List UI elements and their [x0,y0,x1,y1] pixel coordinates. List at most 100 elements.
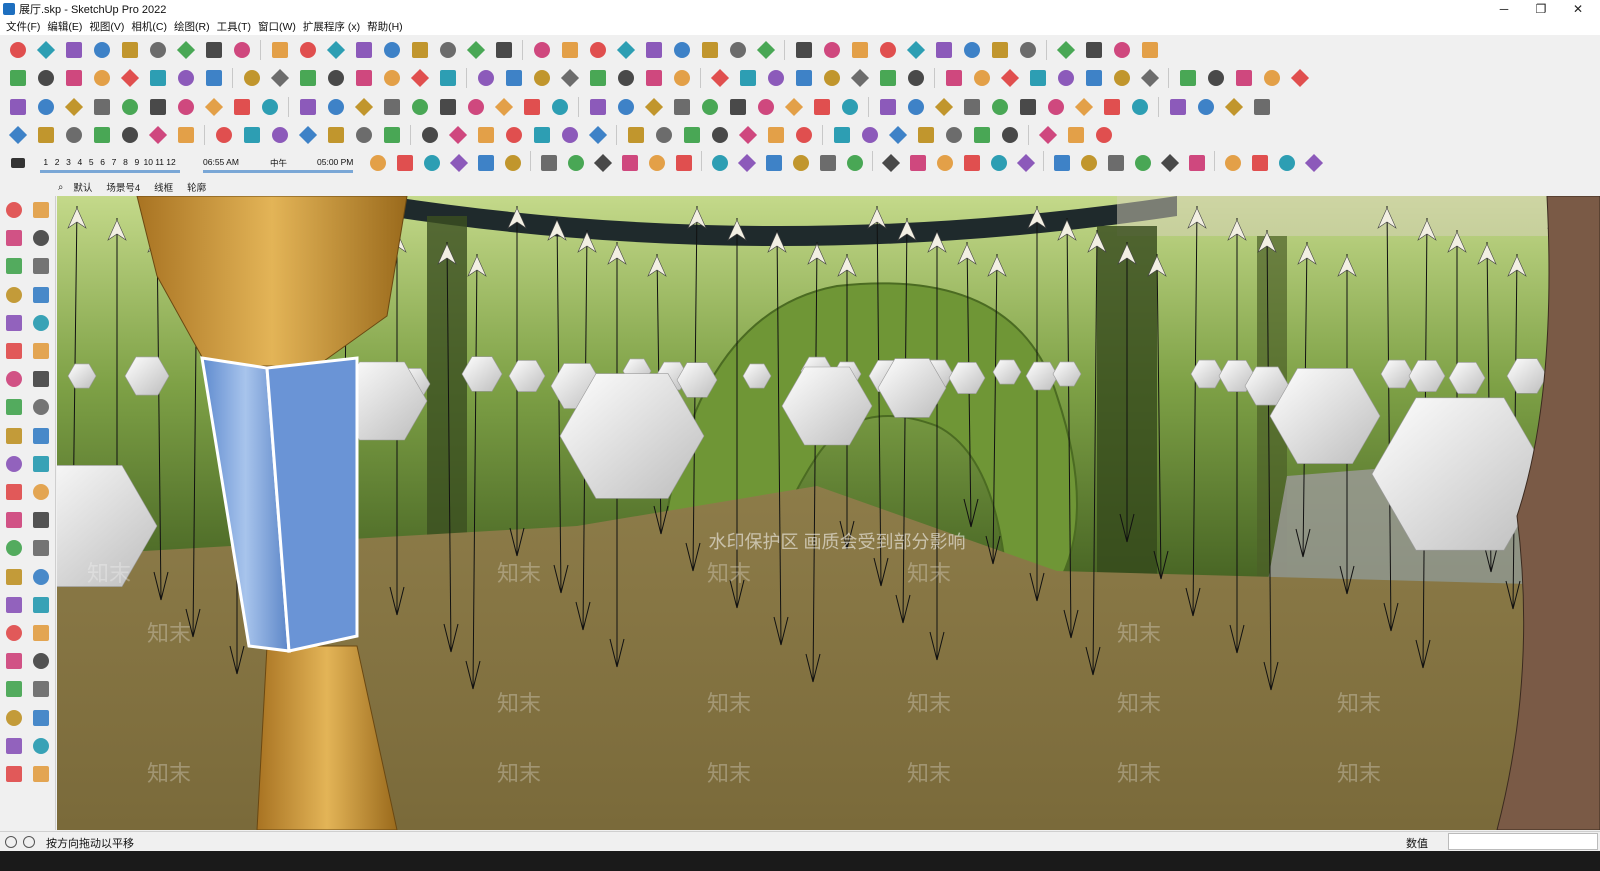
toolbar-button[interactable] [366,151,389,174]
scene-tab-4[interactable]: 场景号4 [106,180,140,194]
scene-tab-wireframe[interactable]: 线框 [154,180,173,194]
toolbar-button[interactable] [174,66,197,89]
toolbar-button[interactable] [464,95,487,118]
arc-icon[interactable] [2,367,26,391]
3d-text-icon[interactable] [29,565,53,589]
toolbar-button[interactable] [1166,95,1189,118]
toolbar-button[interactable] [708,66,731,89]
toolbar-button[interactable] [352,66,375,89]
toolbar-button[interactable] [548,95,571,118]
toolbar-button[interactable] [447,151,470,174]
toolbar-button[interactable] [726,95,749,118]
toolbar-button[interactable] [735,151,758,174]
toolbar-button[interactable] [672,151,695,174]
toolbar-button[interactable] [789,151,812,174]
arc-3pt-icon[interactable] [2,395,26,419]
scene-tab-default[interactable]: 默认 [73,180,92,194]
toolbar-button[interactable] [174,95,197,118]
toolbar-button[interactable] [296,66,319,89]
toolbar-button[interactable] [393,151,416,174]
tape-icon[interactable] [29,254,53,278]
toolbar-button[interactable] [501,151,524,174]
toolbar-button[interactable] [202,38,225,61]
toolbar-button[interactable] [942,66,965,89]
toolbar-button[interactable] [1110,66,1133,89]
toolbar-button[interactable] [1250,95,1273,118]
toolbar-button[interactable] [6,95,29,118]
toolbar-button[interactable] [1131,151,1154,174]
previous-view-icon[interactable] [29,649,53,673]
toolbar-button[interactable] [492,38,515,61]
orbit-icon[interactable] [29,198,53,222]
freehand-icon[interactable] [29,283,53,307]
toolbar-button[interactable] [558,123,581,146]
toolbar-button[interactable] [591,151,614,174]
toolbar-button[interactable] [474,151,497,174]
component-icon[interactable] [2,254,26,278]
toolbar-button[interactable] [988,38,1011,61]
pie-icon[interactable] [29,395,53,419]
menu-edit[interactable]: 编辑(E) [44,19,85,34]
arc-2pt-icon[interactable] [29,367,53,391]
toolbar-button[interactable] [268,123,291,146]
pan-icon[interactable] [29,593,53,617]
search-icon[interactable]: ⌕ [58,182,63,193]
toolbar-button[interactable] [436,38,459,61]
toolbar-button[interactable] [1054,66,1077,89]
toolbar-button[interactable] [932,95,955,118]
toolbar-button[interactable] [230,95,253,118]
measurements-input[interactable] [1448,833,1598,850]
toolbar-button[interactable] [680,123,703,146]
toolbar-button[interactable] [736,123,759,146]
toolbar-button[interactable] [858,123,881,146]
toolbar-button[interactable] [537,151,560,174]
menu-help[interactable]: 帮助(H) [364,19,406,34]
toolbar-button[interactable] [1016,38,1039,61]
toolbar-button[interactable] [876,66,899,89]
toolbar-button[interactable] [212,123,235,146]
toolbar-button[interactable] [792,66,815,89]
toolbar-button[interactable] [1288,66,1311,89]
menu-tools[interactable]: 工具(T) [214,19,254,34]
toolbar-button[interactable] [810,95,833,118]
toolbar-button[interactable] [618,151,641,174]
toolbar-button[interactable] [1050,151,1073,174]
toolbar-button[interactable] [820,66,843,89]
toolbar-button[interactable] [754,95,777,118]
toolbar-button[interactable] [1138,66,1161,89]
toolbar-button[interactable] [34,123,57,146]
toolbar-button[interactable] [324,123,347,146]
toolbar-button[interactable] [240,66,263,89]
month-selector[interactable]: 1 2 3 4 5 6 7 8 9 10 11 12 [40,157,177,167]
toolbar-button[interactable] [118,95,141,118]
protractor-icon[interactable] [2,536,26,560]
toolbar-button[interactable] [380,66,403,89]
toolbar-button[interactable] [1092,123,1115,146]
toolbar-button[interactable] [1194,95,1217,118]
toolbar-button[interactable] [1138,38,1161,61]
date-slider[interactable] [40,170,180,173]
toolbar-button[interactable] [1302,151,1325,174]
toolbar-button[interactable] [296,38,319,61]
toolbar-button[interactable] [1176,66,1199,89]
toolbar-button[interactable] [960,151,983,174]
toolbar-button[interactable] [530,123,553,146]
rectangle-icon[interactable] [2,311,26,335]
toolbar-button[interactable] [904,38,927,61]
toolbar-button[interactable] [652,123,675,146]
3d-viewport[interactable]: 水印保护区 画质会受到部分影响 知末 知末 知末 知末 知末 知末 知末 知末 知末 知末 知末 知末… [57,196,1600,830]
minimize-button[interactable]: ─ [1486,0,1522,18]
menu-camera[interactable]: 相机(C) [128,19,170,34]
menu-extensions[interactable]: 扩展程序 (x) [300,19,363,34]
toolbar-button[interactable] [932,38,955,61]
drape-icon[interactable] [29,762,53,786]
toolbar-button[interactable] [296,95,319,118]
toolbar-button[interactable] [202,95,225,118]
axes-icon[interactable] [2,565,26,589]
toolbar-button[interactable] [1026,66,1049,89]
tape-measure-icon[interactable] [2,508,26,532]
toolbar-button[interactable] [474,66,497,89]
walk-icon[interactable] [2,706,26,730]
toolbar-button[interactable] [830,123,853,146]
toolbar-button[interactable] [1016,95,1039,118]
